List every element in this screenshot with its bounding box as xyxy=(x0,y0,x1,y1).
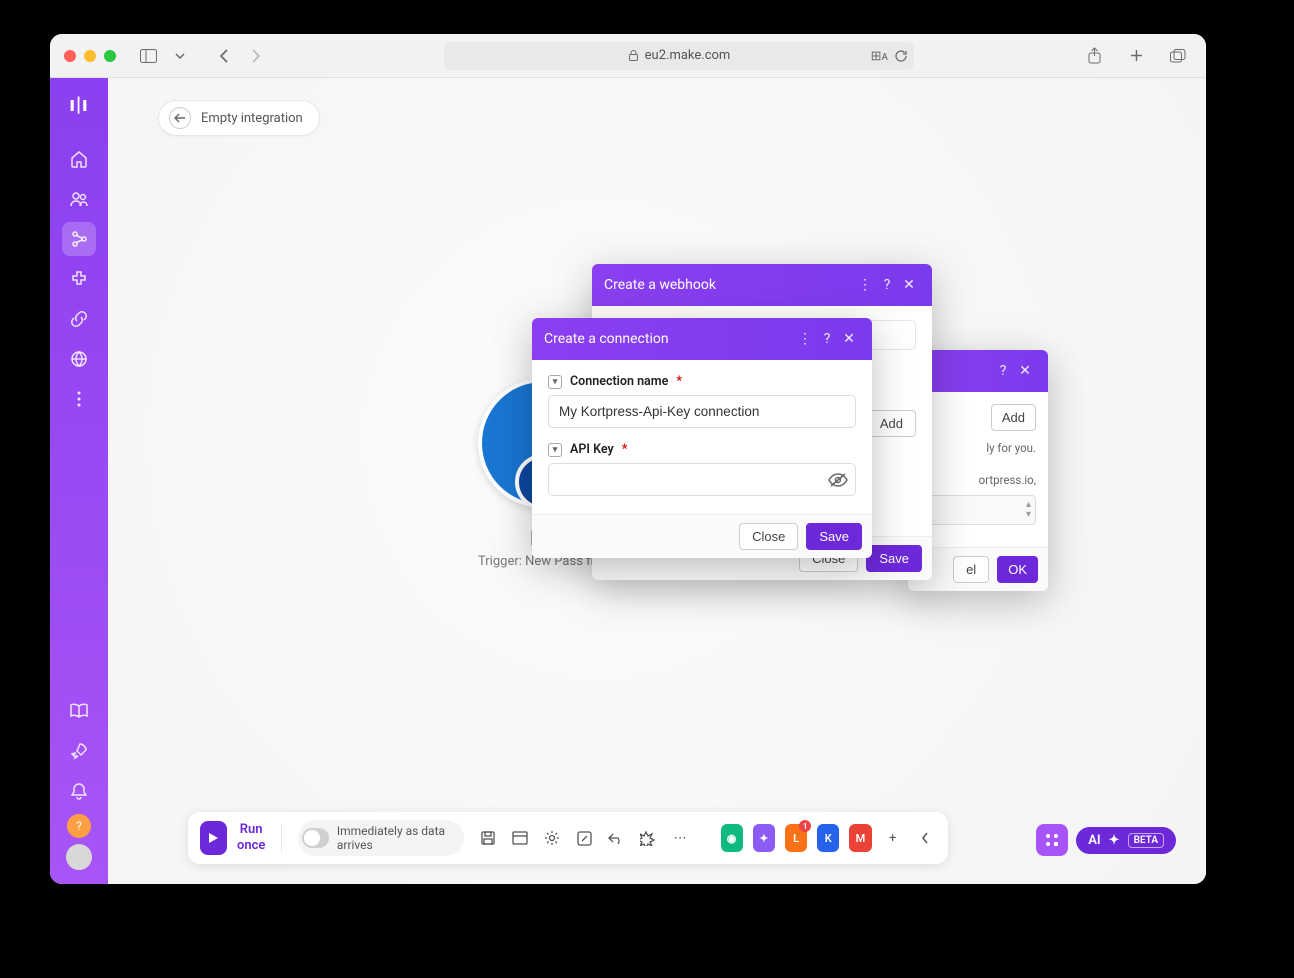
sidebar-toggle-button[interactable] xyxy=(134,42,162,70)
nav-back-button[interactable] xyxy=(210,42,238,70)
app-chip[interactable]: ✦ xyxy=(753,824,775,852)
sidebar-rocket[interactable] xyxy=(62,734,96,768)
lock-icon xyxy=(628,49,639,62)
app-chip-gmail[interactable]: M xyxy=(849,824,871,852)
api-key-input[interactable] xyxy=(548,463,856,496)
app-chip[interactable]: K xyxy=(817,824,839,852)
explain-icon[interactable] xyxy=(570,824,598,852)
notes-icon[interactable] xyxy=(506,824,534,852)
add-app-button[interactable]: + xyxy=(882,824,904,852)
collapse-icon[interactable]: ▾ xyxy=(548,443,562,457)
undo-icon[interactable] xyxy=(602,824,630,852)
breadcrumb-back[interactable]: Empty integration xyxy=(158,100,320,136)
scenario-canvas[interactable]: Empty integration Kortpress Trigger: New… xyxy=(108,78,1206,884)
ai-label: AI xyxy=(1088,833,1100,848)
create-connection-dialog: Create a connection ⋮ ? ✕ ▾ Connection n… xyxy=(532,318,872,558)
divider xyxy=(281,824,282,852)
fullscreen-window-button[interactable] xyxy=(104,50,116,62)
app-chip[interactable]: L xyxy=(785,824,807,852)
dialog-help-button[interactable]: ? xyxy=(992,360,1014,382)
ok-button[interactable]: OK xyxy=(997,556,1038,583)
sidebar-docs[interactable] xyxy=(62,694,96,728)
settings-icon[interactable] xyxy=(538,824,566,852)
ai-grid-button[interactable] xyxy=(1036,824,1068,856)
dialog-title: Create a connection xyxy=(544,331,794,347)
connection-name-label: Connection name xyxy=(570,374,668,389)
auto-align-icon[interactable] xyxy=(634,824,662,852)
connection-name-input[interactable] xyxy=(548,395,856,428)
schedule-toggle[interactable] xyxy=(302,828,329,848)
schedule-pill[interactable]: Immediately as data arrives xyxy=(298,820,464,856)
close-window-button[interactable] xyxy=(64,50,76,62)
window-controls xyxy=(64,50,116,62)
make-logo[interactable]: ı|ı xyxy=(69,92,88,116)
required-indicator: * xyxy=(676,374,682,389)
app-chip[interactable]: ◉ xyxy=(721,824,743,852)
save-button[interactable]: Save xyxy=(866,545,922,572)
sidebar-webhooks[interactable] xyxy=(62,342,96,376)
sidebar-avatar[interactable] xyxy=(66,844,92,870)
beta-badge: BETA xyxy=(1128,833,1164,848)
more-icon[interactable]: ⋯ xyxy=(666,824,694,852)
app-root: ı|ı xyxy=(50,78,1206,884)
api-key-label: API Key xyxy=(570,442,614,457)
dialog-help-button[interactable]: ? xyxy=(876,274,898,296)
breadcrumb-label: Empty integration xyxy=(201,111,303,126)
sidebar-home[interactable] xyxy=(62,142,96,176)
collapse-icon[interactable]: ▾ xyxy=(548,375,562,389)
dialog-menu-button[interactable]: ⋮ xyxy=(854,274,876,296)
close-button[interactable]: Close xyxy=(739,523,798,550)
translate-icon[interactable]: ⊞ᴀ xyxy=(871,48,888,64)
app-sidebar: ı|ı xyxy=(50,78,108,884)
run-once-button[interactable] xyxy=(200,821,227,855)
browser-toolbar: eu2.make.com ⊞ᴀ xyxy=(50,34,1206,78)
tabs-overview-button[interactable] xyxy=(1164,42,1192,70)
sidebar-scenarios[interactable] xyxy=(62,222,96,256)
sidebar-more[interactable] xyxy=(62,382,96,416)
address-bar[interactable]: eu2.make.com ⊞ᴀ xyxy=(444,42,914,70)
back-arrow-icon xyxy=(169,107,191,129)
dialog-close-button[interactable]: ✕ xyxy=(898,274,920,296)
chevron-down-icon[interactable] xyxy=(166,42,194,70)
dialog-close-button[interactable]: ✕ xyxy=(1014,360,1036,382)
sidebar-templates[interactable] xyxy=(62,262,96,296)
nav-forward-button[interactable] xyxy=(242,42,270,70)
required-indicator: * xyxy=(622,442,628,457)
scenario-toolbar: Runonce Immediately as data arrives ⋯ ◉ xyxy=(188,812,948,864)
add-button[interactable]: Add xyxy=(991,404,1036,431)
sidebar-notifications[interactable] xyxy=(62,774,96,808)
toggle-visibility-icon[interactable] xyxy=(828,472,848,488)
new-tab-button[interactable] xyxy=(1122,42,1150,70)
url-text: eu2.make.com xyxy=(645,48,731,63)
reload-icon[interactable] xyxy=(894,49,908,63)
hint-text: ly for you. xyxy=(920,441,1036,455)
hint-text: ortpress.io, xyxy=(920,473,1036,487)
collapse-toolbar-icon[interactable] xyxy=(914,824,936,852)
cancel-button[interactable]: el xyxy=(953,556,989,583)
dialog-close-button[interactable]: ✕ xyxy=(838,328,860,350)
dialog-menu-button[interactable]: ⋮ xyxy=(794,328,816,350)
run-label: Runonce xyxy=(237,822,265,853)
ai-button[interactable]: AI ✦ BETA xyxy=(1076,827,1176,854)
share-button[interactable] xyxy=(1080,42,1108,70)
dialog-title: Create a webhook xyxy=(604,277,854,293)
save-icon[interactable] xyxy=(474,824,502,852)
sidebar-help[interactable]: ? xyxy=(67,814,91,838)
sparkle-icon: ✦ xyxy=(1109,833,1120,848)
browser-window: eu2.make.com ⊞ᴀ ı|ı xyxy=(50,34,1206,884)
schedule-label: Immediately as data arrives xyxy=(337,824,452,852)
minimize-window-button[interactable] xyxy=(84,50,96,62)
ai-assistant: AI ✦ BETA xyxy=(1036,824,1176,856)
sidebar-team[interactable] xyxy=(62,182,96,216)
sidebar-connections[interactable] xyxy=(62,302,96,336)
numeric-input[interactable]: ▴▾ xyxy=(920,495,1036,525)
add-button[interactable]: Add xyxy=(867,410,916,437)
save-button[interactable]: Save xyxy=(806,523,862,550)
dialog-help-button[interactable]: ? xyxy=(816,328,838,350)
